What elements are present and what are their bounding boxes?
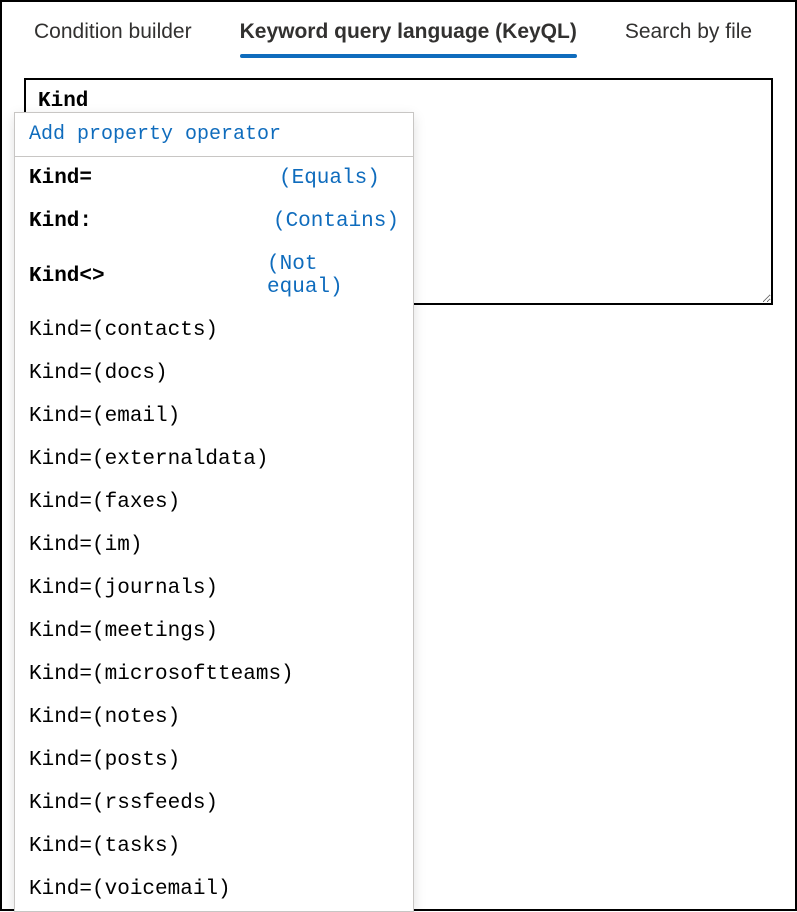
tab-search-by-file[interactable]: Search by file	[625, 20, 752, 56]
value-option[interactable]: Kind=(faxes)	[15, 481, 413, 524]
value-option[interactable]: Kind=(meetings)	[15, 610, 413, 653]
operator-option-not-equal[interactable]: Kind<> (Not equal)	[15, 243, 413, 309]
tab-condition-builder[interactable]: Condition builder	[34, 20, 192, 56]
operator-option-contains[interactable]: Kind: (Contains)	[15, 200, 413, 243]
value-option[interactable]: Kind=(voicemail)	[15, 868, 413, 911]
operator-desc: (Equals)	[279, 167, 380, 190]
operator-desc: (Not equal)	[267, 253, 399, 299]
value-option[interactable]: Kind=(contacts)	[15, 309, 413, 352]
value-option[interactable]: Kind=(microsoftteams)	[15, 653, 413, 696]
value-option[interactable]: Kind=(posts)	[15, 739, 413, 782]
dropdown-header: Add property operator	[15, 113, 413, 157]
value-option[interactable]: Kind=(email)	[15, 395, 413, 438]
value-option[interactable]: Kind=(externaldata)	[15, 438, 413, 481]
tab-bar: Condition builder Keyword query language…	[2, 2, 795, 56]
operator-code: Kind:	[29, 210, 273, 233]
operator-option-equals[interactable]: Kind= (Equals)	[15, 157, 413, 200]
operator-code: Kind<>	[29, 265, 267, 288]
value-option[interactable]: Kind=(tasks)	[15, 825, 413, 868]
value-option[interactable]: Kind=(rssfeeds)	[15, 782, 413, 825]
query-area: Add property operator Kind= (Equals) Kin…	[24, 78, 773, 310]
value-option[interactable]: Kind=(notes)	[15, 696, 413, 739]
value-option[interactable]: Kind=(docs)	[15, 352, 413, 395]
operator-code: Kind=	[29, 167, 279, 190]
value-option[interactable]: Kind=(journals)	[15, 567, 413, 610]
operator-desc: (Contains)	[273, 210, 399, 233]
autocomplete-dropdown: Add property operator Kind= (Equals) Kin…	[14, 112, 414, 912]
tab-keyql[interactable]: Keyword query language (KeyQL)	[240, 20, 577, 56]
value-option[interactable]: Kind=(im)	[15, 524, 413, 567]
